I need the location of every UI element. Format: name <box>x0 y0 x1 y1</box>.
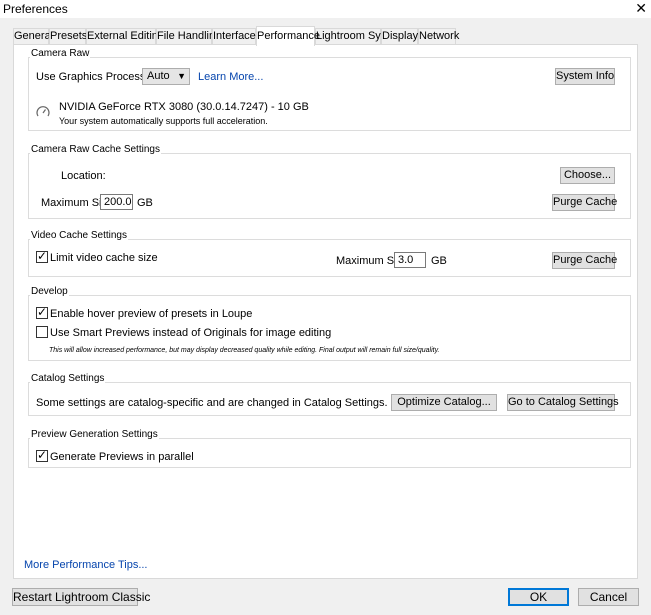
go-to-catalog-settings-button[interactable]: Go to Catalog Settings <box>507 394 619 411</box>
group-title: Camera Raw Cache Settings <box>30 144 161 155</box>
tab-general[interactable]: General <box>13 28 53 45</box>
purge-cache-button[interactable]: Purge Cache <box>552 194 617 211</box>
cache-group: Camera Raw Cache Settings Location: Choo… <box>28 144 631 219</box>
checkmark-icon: ✓ <box>37 305 48 319</box>
tab-external-editing[interactable]: External Editing <box>86 28 164 45</box>
group-title: Camera Raw <box>30 48 91 59</box>
limit-video-cache-label: Limit video cache size <box>50 252 158 264</box>
tab-network[interactable]: Network <box>418 28 459 45</box>
restart-lightroom-button[interactable]: Restart Lightroom Classic <box>12 588 150 606</box>
gpu-note: Your system automatically supports full … <box>59 116 268 126</box>
cache-size-field[interactable]: 200.0 <box>100 194 133 210</box>
smart-previews-checkbox[interactable] <box>36 326 48 338</box>
hover-preview-label: Enable hover preview of presets in Loupe <box>50 308 253 320</box>
checkmark-icon: ✓ <box>37 448 48 462</box>
tab-display[interactable]: Display <box>381 28 418 45</box>
catalog-text: Some settings are catalog-specific and a… <box>36 397 388 409</box>
tab-presets[interactable]: Presets <box>49 28 87 45</box>
cache-unit: GB <box>137 197 153 209</box>
group-title: Develop <box>30 286 69 297</box>
cancel-button[interactable]: Cancel <box>578 588 639 606</box>
group-title: Catalog Settings <box>30 373 106 384</box>
window-title: Preferences <box>3 2 68 16</box>
system-info-button[interactable]: System Info <box>555 68 615 85</box>
checkmark-icon: ✓ <box>37 249 48 263</box>
tab-lightroom-sync[interactable]: Lightroom Sync <box>315 28 392 45</box>
camera-raw-group: Camera Raw Use Graphics Processor : Auto… <box>28 48 631 131</box>
video-cache-unit: GB <box>431 255 447 267</box>
smart-previews-label: Use Smart Previews instead of Originals … <box>50 327 332 339</box>
gauge-icon <box>36 106 50 117</box>
tab-interface[interactable]: Interface <box>212 28 256 45</box>
performance-panel: Camera Raw Use Graphics Processor : Auto… <box>13 44 638 579</box>
more-performance-tips-link[interactable]: More Performance Tips... <box>24 559 148 571</box>
video-cache-group: Video Cache Settings ✓ Limit video cache… <box>28 230 631 277</box>
generate-previews-parallel-label: Generate Previews in parallel <box>50 451 194 463</box>
gpu-select[interactable]: Auto ▼ <box>142 68 190 85</box>
gpu-name: NVIDIA GeForce RTX 3080 (30.0.14.7247) -… <box>59 101 309 113</box>
close-icon[interactable]: ✕ <box>635 0 647 16</box>
purge-video-cache-button[interactable]: Purge Cache <box>552 252 617 269</box>
tab-performance[interactable]: Performance <box>256 26 320 46</box>
choose-button[interactable]: Choose... <box>560 167 615 184</box>
preview-generation-group: Preview Generation Settings ✓ Generate P… <box>28 429 631 468</box>
group-title: Preview Generation Settings <box>30 429 159 440</box>
video-cache-size-field[interactable]: 3.0 <box>394 252 426 268</box>
location-label: Location: <box>61 170 106 182</box>
gpu-select-value: Auto <box>147 70 170 82</box>
ok-button[interactable]: OK <box>508 588 569 606</box>
catalog-group: Catalog Settings Some settings are catal… <box>28 373 631 416</box>
tab-file-handling[interactable]: File Handling <box>156 28 221 45</box>
generate-previews-parallel-checkbox[interactable]: ✓ <box>36 448 48 462</box>
chevron-down-icon: ▼ <box>177 71 186 81</box>
limit-video-cache-checkbox[interactable]: ✓ <box>36 249 48 263</box>
title-bar: Preferences ✕ <box>0 0 651 18</box>
develop-group: Develop ✓ Enable hover preview of preset… <box>28 286 631 361</box>
develop-note: This will allow increased performance, b… <box>49 347 440 354</box>
learn-more-link[interactable]: Learn More... <box>198 71 263 83</box>
group-title: Video Cache Settings <box>30 230 128 241</box>
hover-preview-checkbox[interactable]: ✓ <box>36 305 48 319</box>
optimize-catalog-button[interactable]: Optimize Catalog... <box>391 394 497 411</box>
